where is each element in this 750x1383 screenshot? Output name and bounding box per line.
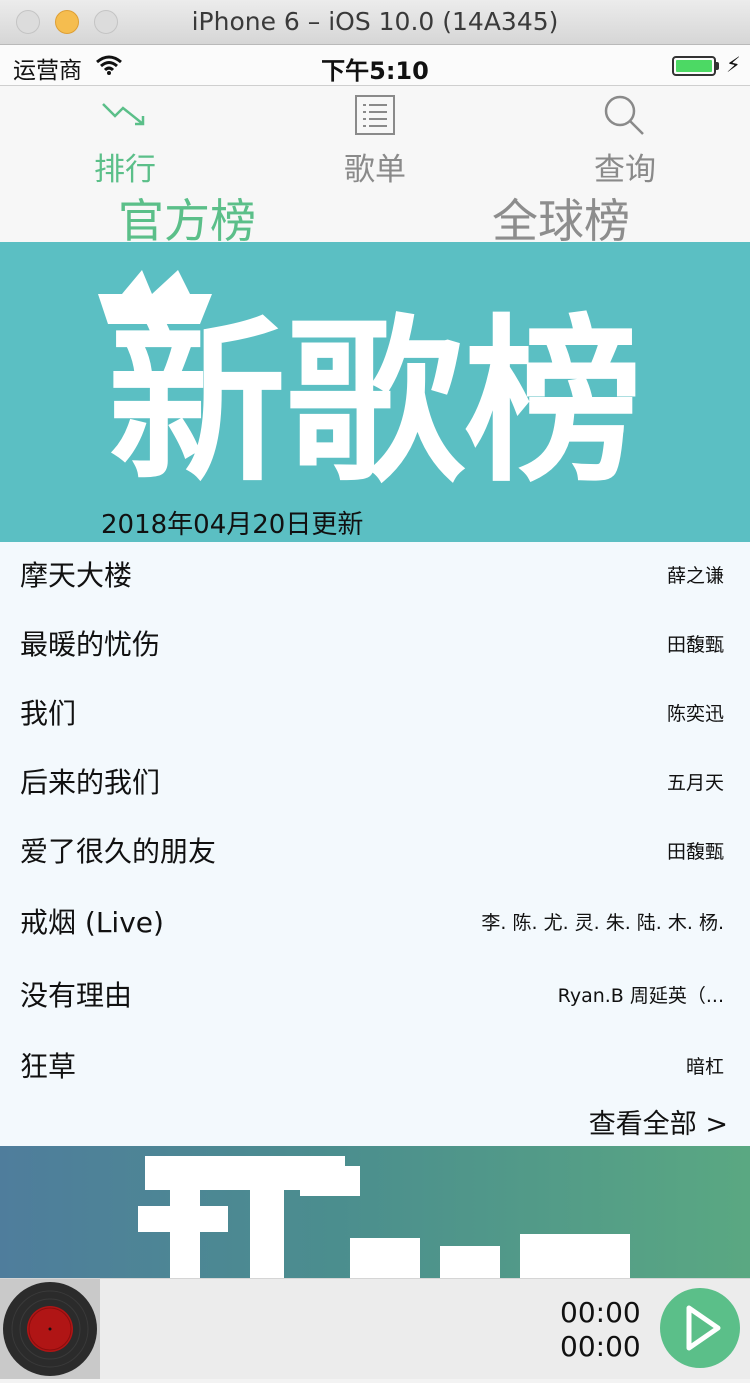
player-bar: 00:00 00:00 [0, 1278, 750, 1379]
simulator-title-bar: iPhone 6 – iOS 10.0 (14A345) [0, 0, 750, 45]
status-time: 下午5:10 [321, 57, 429, 85]
song-artist: Ryan.B 周延英（... [557, 985, 724, 1007]
song-title: 狂草 [20, 1050, 77, 1083]
now-playing-disc[interactable] [0, 1279, 100, 1379]
song-title: 后来的我们 [20, 766, 161, 799]
play-icon [686, 1305, 721, 1351]
tab-ranking[interactable]: 排行 [50, 86, 200, 188]
song-title: 没有理由 [20, 979, 133, 1012]
battery-icon [672, 56, 716, 76]
song-row[interactable]: 没有理由 Ryan.B 周延英（... [0, 962, 750, 1028]
top-tab-bar: 排行 歌单 查询 [0, 85, 750, 188]
song-artist: 五月天 [666, 772, 724, 794]
song-title: 爱了很久的朋友 [20, 835, 217, 868]
new-songs-banner[interactable]: 新歌榜 2018年04月20日更新 [0, 242, 750, 542]
tab-search[interactable]: 查询 [550, 86, 700, 188]
song-artist: 李. 陈. 尤. 灵. 朱. 陆. 木. 杨. [481, 912, 724, 934]
chart-source-tabs: 官方榜 全球榜 [0, 183, 750, 248]
second-banner-artwork [138, 1156, 630, 1278]
tab-playlist[interactable]: 歌单 [300, 86, 450, 188]
song-artist: 田馥甄 [666, 841, 724, 863]
song-artist: 田馥甄 [666, 634, 724, 656]
song-row[interactable]: 狂草 暗杠 [0, 1033, 750, 1099]
battery-nub [716, 62, 719, 70]
song-artist: 陈奕迅 [666, 703, 724, 725]
song-row[interactable]: 后来的我们 五月天 [0, 749, 750, 815]
search-icon [604, 95, 644, 135]
song-row[interactable]: 戒烟 (Live) 李. 陈. 尤. 灵. 朱. 陆. 木. 杨. [0, 889, 750, 955]
song-title: 最暖的忧伤 [20, 628, 161, 661]
total-time: 00:00 [560, 1330, 641, 1363]
song-artist: 暗杠 [685, 1056, 724, 1078]
song-row[interactable]: 我们 陈奕迅 [0, 680, 750, 746]
second-chart-banner[interactable] [0, 1146, 750, 1278]
list-icon [355, 95, 395, 135]
song-title: 戒烟 (Live) [20, 906, 164, 939]
song-row[interactable]: 爱了很久的朋友 田馥甄 [0, 818, 750, 884]
song-row[interactable]: 摩天大楼 薛之谦 [0, 542, 750, 608]
status-bar: 运营商 下午5:10 ⚡ [0, 45, 750, 85]
vinyl-disc-icon [3, 1282, 97, 1376]
elapsed-time: 00:00 [560, 1296, 641, 1329]
update-date: 2018年04月20日更新 [101, 510, 364, 540]
banner-logo-text: 新歌榜 [108, 299, 642, 506]
song-title: 摩天大楼 [20, 559, 133, 592]
song-artist: 薛之谦 [666, 565, 724, 587]
trend-down-icon [102, 103, 145, 126]
bolt-icon: ⚡ [726, 53, 741, 77]
banner-artwork: 新歌榜 [98, 270, 642, 506]
song-title: 我们 [20, 697, 77, 730]
song-list: 摩天大楼 薛之谦 最暖的忧伤 田馥甄 我们 陈奕迅 后来的我们 五月天 爱了很久… [0, 542, 750, 1146]
window-title: iPhone 6 – iOS 10.0 (14A345) [191, 7, 559, 36]
song-row[interactable]: 最暖的忧伤 田馥甄 [0, 611, 750, 677]
view-all-link[interactable]: 查看全部 > [589, 1102, 728, 1141]
play-button[interactable] [660, 1288, 740, 1368]
